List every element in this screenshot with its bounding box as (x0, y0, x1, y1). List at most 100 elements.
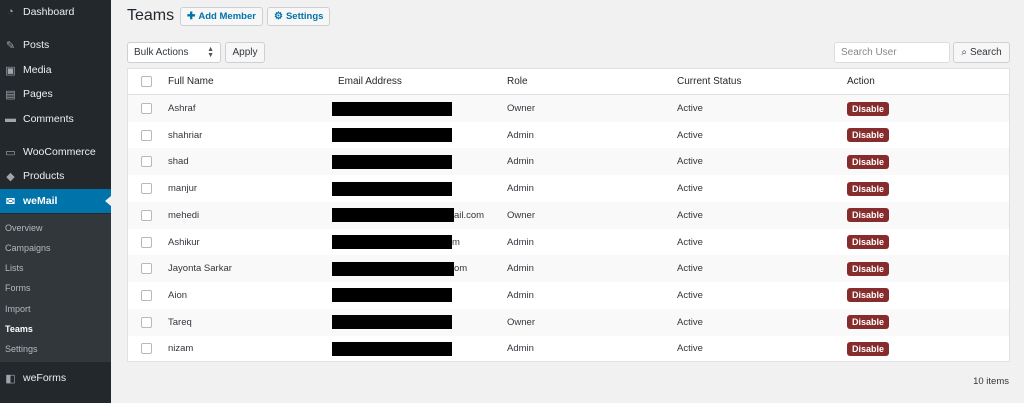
row-checkbox[interactable] (141, 263, 152, 275)
add-member-button[interactable]: ✚ Add Member (180, 7, 263, 26)
row-checkbox[interactable] (141, 236, 152, 248)
sidebar-item-media[interactable]: ▣ Media (0, 58, 111, 82)
row-checkbox[interactable] (141, 156, 152, 168)
member-status: Active (677, 263, 703, 275)
submenu-item-lists[interactable]: Lists (5, 263, 24, 273)
sidebar-item-label: Products (23, 170, 65, 182)
column-header-role[interactable]: Role (507, 69, 528, 94)
sidebar-item-pages[interactable]: ▤ Pages (0, 82, 111, 106)
member-role: Admin (507, 263, 534, 275)
table-row: manjur Admin Active Disable (128, 175, 1009, 202)
member-name: Tareq (168, 316, 192, 328)
column-header-action: Action (847, 76, 875, 87)
disable-button[interactable]: Disable (847, 181, 890, 196)
gear-icon: ⚙ (274, 11, 283, 22)
member-role: Admin (507, 236, 534, 248)
active-indicator (105, 196, 111, 206)
search-input[interactable]: Search User (834, 42, 950, 63)
sidebar-item-products[interactable]: ◆ Products (0, 164, 111, 188)
apply-button[interactable]: Apply (225, 42, 265, 63)
member-status: Active (677, 316, 703, 328)
sidebar-item-label: WooCommerce (23, 146, 96, 158)
redaction-bar (332, 261, 454, 276)
settings-button[interactable]: ⚙ Settings (267, 7, 331, 26)
redaction-bar (332, 181, 452, 196)
redaction-bar (332, 154, 452, 169)
column-header-status[interactable]: Current Status (677, 69, 741, 94)
table-row: shad Admin Active Disable (128, 148, 1009, 176)
submenu-item-teams[interactable]: Teams (5, 324, 33, 334)
member-name: mehedi (168, 209, 200, 221)
sidebar-item-wemail[interactable]: ✉ weMail (0, 189, 111, 213)
row-checkbox[interactable] (141, 103, 152, 114)
member-email (332, 335, 502, 362)
member-name: manjur (168, 183, 198, 195)
submenu-item-forms[interactable]: Forms (5, 283, 31, 293)
submenu-item-settings[interactable]: Settings (5, 344, 38, 354)
row-checkbox[interactable] (141, 289, 152, 301)
sidebar-item-weforms[interactable]: ◧ weForms (0, 366, 111, 390)
member-name: Ashraf (168, 103, 196, 114)
sidebar-item-label: Pages (23, 88, 53, 100)
teams-table: Full Name Email Address Role Current Sta… (127, 68, 1010, 362)
bulk-actions-select[interactable]: Bulk Actions ▲ ▼ (127, 42, 221, 63)
pin-icon: ✎ (5, 39, 16, 52)
member-name: nizam (168, 343, 194, 355)
column-header-email[interactable]: Email Address (338, 69, 402, 94)
disable-button[interactable]: Disable (847, 235, 890, 249)
weforms-icon: ◧ (5, 372, 16, 385)
row-checkbox[interactable] (141, 316, 152, 328)
member-status: Active (677, 236, 703, 248)
table-header-row: Full Name Email Address Role Current Sta… (128, 69, 1009, 95)
page-title: Teams (127, 7, 175, 24)
member-status: Active (677, 209, 703, 221)
disable-button[interactable]: Disable (847, 288, 890, 303)
table-row: nizam Admin Active Disable (128, 335, 1009, 362)
row-checkbox[interactable] (141, 129, 152, 141)
disable-button[interactable]: Disable (847, 128, 890, 143)
table-row: mehedi ail.com Owner Active Disable (128, 201, 1009, 229)
disable-button[interactable]: Disable (847, 315, 890, 330)
member-status: Active (677, 183, 703, 195)
search-button[interactable]: ⌕ Search (953, 42, 1010, 63)
column-header-full-name[interactable]: Full Name (168, 69, 214, 94)
member-email (332, 309, 502, 336)
row-checkbox[interactable] (141, 183, 152, 195)
email-visible-text: om (454, 263, 468, 275)
member-name: Aion (168, 289, 188, 301)
sidebar-item-comments[interactable]: ▬ Comments (0, 107, 111, 131)
redaction-bar (332, 341, 452, 356)
member-role: Owner (507, 103, 535, 114)
disable-button[interactable]: Disable (847, 208, 890, 223)
add-member-label: Add Member (198, 11, 256, 22)
table-row: Ashikur m Admin Active Disable (128, 229, 1009, 256)
member-email (332, 148, 502, 175)
disable-button[interactable]: Disable (847, 101, 890, 116)
redaction-bar (332, 101, 452, 116)
mail-icon: ✉ (5, 195, 16, 208)
row-checkbox[interactable] (141, 209, 152, 221)
sidebar-item-posts[interactable]: ✎ Posts (0, 33, 111, 57)
submenu-item-overview[interactable]: Overview (5, 223, 43, 233)
select-arrows-icon: ▲ ▼ (207, 45, 214, 59)
disable-button[interactable]: Disable (847, 261, 890, 276)
sidebar-item-dashboard[interactable]: ◔ Dashboard (0, 0, 111, 24)
row-checkbox[interactable] (141, 343, 152, 355)
member-role: Admin (507, 156, 534, 168)
sidebar-item-woocommerce[interactable]: ▭ WooCommerce (0, 140, 111, 164)
dashboard-icon: ◔ (7, 6, 14, 18)
email-visible-text: m (452, 236, 460, 248)
media-icon: ▣ (5, 64, 16, 77)
bulk-actions-value: Bulk Actions (134, 47, 189, 58)
disable-button[interactable]: Disable (847, 341, 890, 356)
search-button-label: Search (969, 47, 1002, 58)
member-status: Active (677, 103, 703, 114)
sidebar-item-label: Comments (23, 113, 74, 125)
disable-button[interactable]: Disable (847, 154, 890, 169)
select-all-checkbox[interactable] (141, 76, 152, 87)
submenu-item-import[interactable]: Import (5, 304, 31, 314)
sidebar-item-label: weForms (23, 372, 67, 384)
member-role: Admin (507, 289, 534, 301)
wemail-submenu: Overview Campaigns Lists Forms Import Te… (0, 214, 111, 362)
submenu-item-campaigns[interactable]: Campaigns (5, 243, 51, 253)
